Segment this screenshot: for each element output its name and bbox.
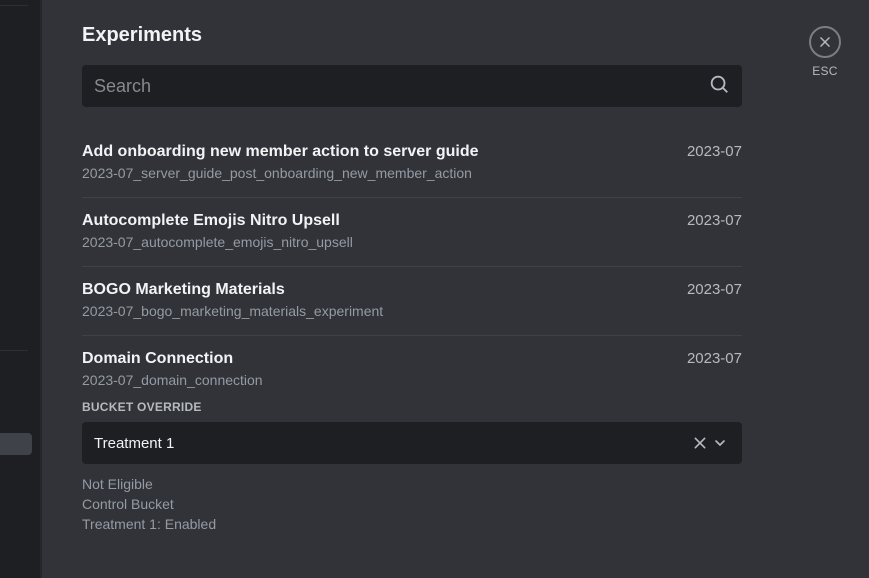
experiment-id: 2023-07_server_guide_post_onboarding_new… — [82, 165, 742, 181]
esc-label: ESC — [812, 64, 837, 78]
experiment-title: BOGO Marketing Materials — [82, 281, 285, 299]
gutter-divider — [0, 5, 28, 6]
search-field[interactable] — [82, 65, 742, 107]
bucket-override-label: BUCKET OVERRIDE — [82, 400, 742, 414]
clear-icon[interactable] — [690, 433, 710, 453]
experiment-row[interactable]: BOGO Marketing Materials 2023-07 2023-07… — [82, 267, 742, 336]
gutter-divider — [0, 350, 28, 351]
experiment-date: 2023-07 — [687, 281, 742, 298]
experiment-row[interactable]: Add onboarding new member action to serv… — [82, 129, 742, 198]
experiment-row[interactable]: Domain Connection 2023-07 2023-07_domain… — [82, 336, 742, 550]
bucket-override-select[interactable]: Treatment 1 — [82, 422, 742, 464]
experiment-status-line: Not Eligible — [82, 474, 742, 494]
search-input[interactable] — [94, 76, 708, 97]
close-button[interactable] — [809, 26, 841, 58]
experiment-status-line: Control Bucket — [82, 494, 742, 514]
experiment-title: Add onboarding new member action to serv… — [82, 143, 479, 161]
chevron-down-icon[interactable] — [710, 433, 730, 453]
experiment-date: 2023-07 — [687, 212, 742, 229]
experiment-title: Domain Connection — [82, 350, 233, 368]
page-title: Experiments — [82, 24, 742, 47]
experiment-status-line: Treatment 1: Enabled — [82, 514, 742, 534]
experiment-id: 2023-07_autocomplete_emojis_nitro_upsell — [82, 234, 742, 250]
settings-panel: ESC Experiments Add onboarding new membe… — [42, 0, 869, 578]
experiment-date: 2023-07 — [687, 350, 742, 367]
experiment-row[interactable]: Autocomplete Emojis Nitro Upsell 2023-07… — [82, 198, 742, 267]
experiment-id: 2023-07_bogo_marketing_materials_experim… — [82, 303, 742, 319]
search-icon — [708, 73, 730, 100]
experiment-date: 2023-07 — [687, 143, 742, 160]
experiment-title: Autocomplete Emojis Nitro Upsell — [82, 212, 340, 230]
experiment-id: 2023-07_domain_connection — [82, 372, 742, 388]
left-gutter — [0, 0, 42, 578]
selected-channel-marker — [0, 433, 32, 455]
bucket-override-value: Treatment 1 — [94, 435, 690, 452]
